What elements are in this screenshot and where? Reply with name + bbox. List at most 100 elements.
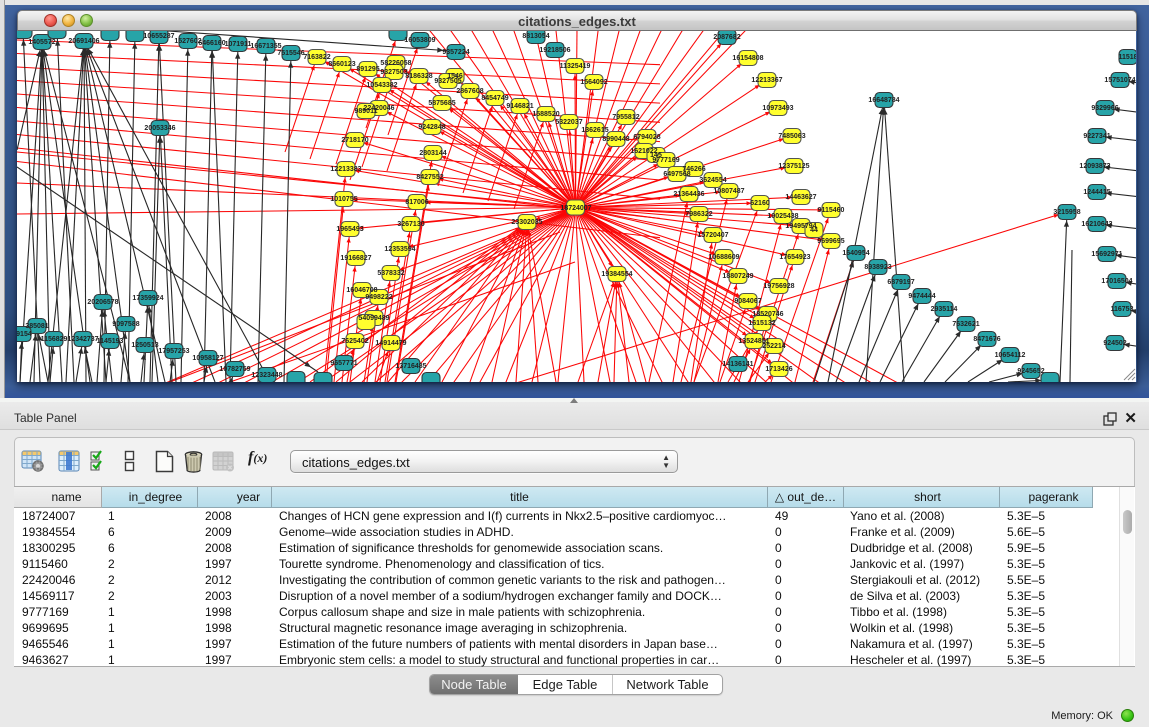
svg-text:18807249: 18807249 <box>722 273 753 280</box>
svg-text:9097588: 9097588 <box>112 321 139 328</box>
svg-text:20206578: 20206578 <box>87 299 118 306</box>
svg-text:2718170: 2718170 <box>341 137 368 144</box>
svg-text:5378332: 5378332 <box>377 270 404 277</box>
svg-text:1713426: 1713426 <box>765 366 792 373</box>
svg-text:6879197: 6879197 <box>887 279 914 286</box>
svg-text:1564092: 1564092 <box>580 79 607 86</box>
svg-text:9657771: 9657771 <box>330 360 357 367</box>
svg-text:7632621: 7632621 <box>952 321 979 328</box>
svg-text:7625402: 7625402 <box>341 338 368 345</box>
svg-text:10654112: 10654112 <box>995 352 1026 359</box>
svg-text:8454749: 8454749 <box>481 95 508 102</box>
svg-text:17654923: 17654923 <box>779 254 810 261</box>
svg-text:252214: 252214 <box>762 343 785 350</box>
svg-text:9327503: 9327503 <box>380 69 407 76</box>
svg-text:23302035: 23302035 <box>511 219 542 226</box>
svg-text:6794028: 6794028 <box>633 134 660 141</box>
svg-text:746266: 746266 <box>682 166 705 173</box>
svg-text:1010755: 1010755 <box>330 196 357 203</box>
svg-text:8427552: 8427552 <box>416 174 443 181</box>
svg-text:1405572: 1405572 <box>28 39 55 46</box>
svg-text:7986322: 7986322 <box>685 211 712 218</box>
svg-text:1588520: 1588520 <box>532 111 559 118</box>
svg-text:12323448: 12323448 <box>251 372 282 379</box>
svg-text:9474444: 9474444 <box>908 293 935 300</box>
svg-text:12213383: 12213383 <box>330 166 361 173</box>
svg-text:16046708: 16046708 <box>346 287 377 294</box>
svg-text:15751074: 15751074 <box>1104 77 1135 84</box>
svg-text:10807487: 10807487 <box>713 188 744 195</box>
svg-text:54099489: 54099489 <box>358 315 389 322</box>
svg-text:8938923: 8938923 <box>864 264 891 271</box>
svg-text:10688609: 10688609 <box>708 254 739 261</box>
svg-text:44: 44 <box>810 227 818 234</box>
svg-text:891295: 891295 <box>356 66 379 73</box>
svg-text:16154808: 16154808 <box>732 55 763 62</box>
svg-text:12353594: 12353594 <box>384 246 415 253</box>
svg-text:20691406: 20691406 <box>68 38 99 45</box>
svg-text:7163822: 7163822 <box>303 54 330 61</box>
svg-text:1965493: 1965493 <box>336 226 363 233</box>
svg-text:7485063: 7485063 <box>778 133 805 140</box>
svg-text:1071911: 1071911 <box>225 41 252 48</box>
svg-text:5322037: 5322037 <box>555 119 582 126</box>
svg-text:12213367: 12213367 <box>751 77 782 84</box>
svg-text:1640954: 1640954 <box>842 250 869 257</box>
svg-text:3215958: 3215958 <box>1053 209 1080 216</box>
svg-text:9699695: 9699695 <box>817 238 844 245</box>
svg-text:2867608: 2867608 <box>456 88 483 95</box>
svg-text:2087682: 2087682 <box>713 34 740 41</box>
svg-text:8186328: 8186328 <box>405 73 432 80</box>
svg-text:16210643: 16210643 <box>1081 221 1112 228</box>
svg-text:17359924: 17359924 <box>132 295 163 302</box>
svg-text:10782759: 10782759 <box>219 366 250 373</box>
svg-text:10025438: 10025438 <box>767 213 798 220</box>
svg-text:817006: 817006 <box>405 199 428 206</box>
svg-text:1615132: 1615132 <box>748 320 775 327</box>
svg-text:924502: 924502 <box>1103 340 1126 347</box>
svg-text:8990448: 8990448 <box>602 136 629 143</box>
svg-text:8471676: 8471676 <box>973 336 1000 343</box>
svg-text:385081: 385081 <box>25 323 48 330</box>
svg-text:10543382: 10543382 <box>366 82 397 89</box>
svg-text:1156829: 1156829 <box>41 336 68 343</box>
svg-text:6466160: 6466160 <box>198 40 225 47</box>
svg-text:2935114: 2935114 <box>931 306 958 313</box>
svg-text:9115460: 9115460 <box>818 207 845 214</box>
svg-text:2803144: 2803144 <box>419 150 446 157</box>
svg-text:1250513: 1250513 <box>131 342 158 349</box>
svg-text:7955812: 7955812 <box>612 114 639 121</box>
svg-text:14136141: 14136141 <box>722 361 753 368</box>
svg-text:17016504: 17016504 <box>1101 278 1132 285</box>
svg-text:13716485: 13716485 <box>395 363 426 370</box>
svg-text:12342737: 12342737 <box>67 336 98 343</box>
svg-text:58226058: 58226058 <box>380 60 411 67</box>
svg-text:9498222: 9498222 <box>365 294 392 301</box>
svg-text:3624554: 3624554 <box>699 177 726 184</box>
svg-text:9227341: 9227341 <box>1083 133 1110 140</box>
svg-text:1244415: 1244415 <box>1083 189 1110 196</box>
svg-text:12093873: 12093873 <box>1079 163 1110 170</box>
svg-text:19384554: 19384554 <box>601 271 632 278</box>
svg-text:9084067: 9084067 <box>734 298 761 305</box>
svg-text:18520746: 18520746 <box>752 311 783 318</box>
svg-text:8660123: 8660123 <box>328 61 355 68</box>
svg-text:11325419: 11325419 <box>560 63 591 70</box>
svg-text:19218506: 19218506 <box>539 47 570 54</box>
svg-text:62160: 62160 <box>750 200 770 207</box>
svg-text:9245652: 9245652 <box>1017 368 1044 375</box>
svg-text:19166827: 19166827 <box>340 255 371 262</box>
svg-text:14463627: 14463627 <box>785 194 816 201</box>
svg-text:12375125: 12375125 <box>778 163 809 170</box>
svg-text:10973493: 10973493 <box>762 105 793 112</box>
svg-text:9146821: 9146821 <box>506 103 533 110</box>
svg-text:9777169: 9777169 <box>652 157 679 164</box>
svg-text:39154: 39154 <box>17 331 32 338</box>
svg-text:11518: 11518 <box>1118 54 1136 61</box>
svg-text:21364436: 21364436 <box>673 191 704 198</box>
svg-text:16053809: 16053809 <box>404 37 435 44</box>
svg-text:14914479: 14914479 <box>375 340 406 347</box>
svg-text:10958127: 10958127 <box>192 355 223 362</box>
svg-text:17957253: 17957253 <box>158 348 189 355</box>
svg-text:19756928: 19756928 <box>763 283 794 290</box>
